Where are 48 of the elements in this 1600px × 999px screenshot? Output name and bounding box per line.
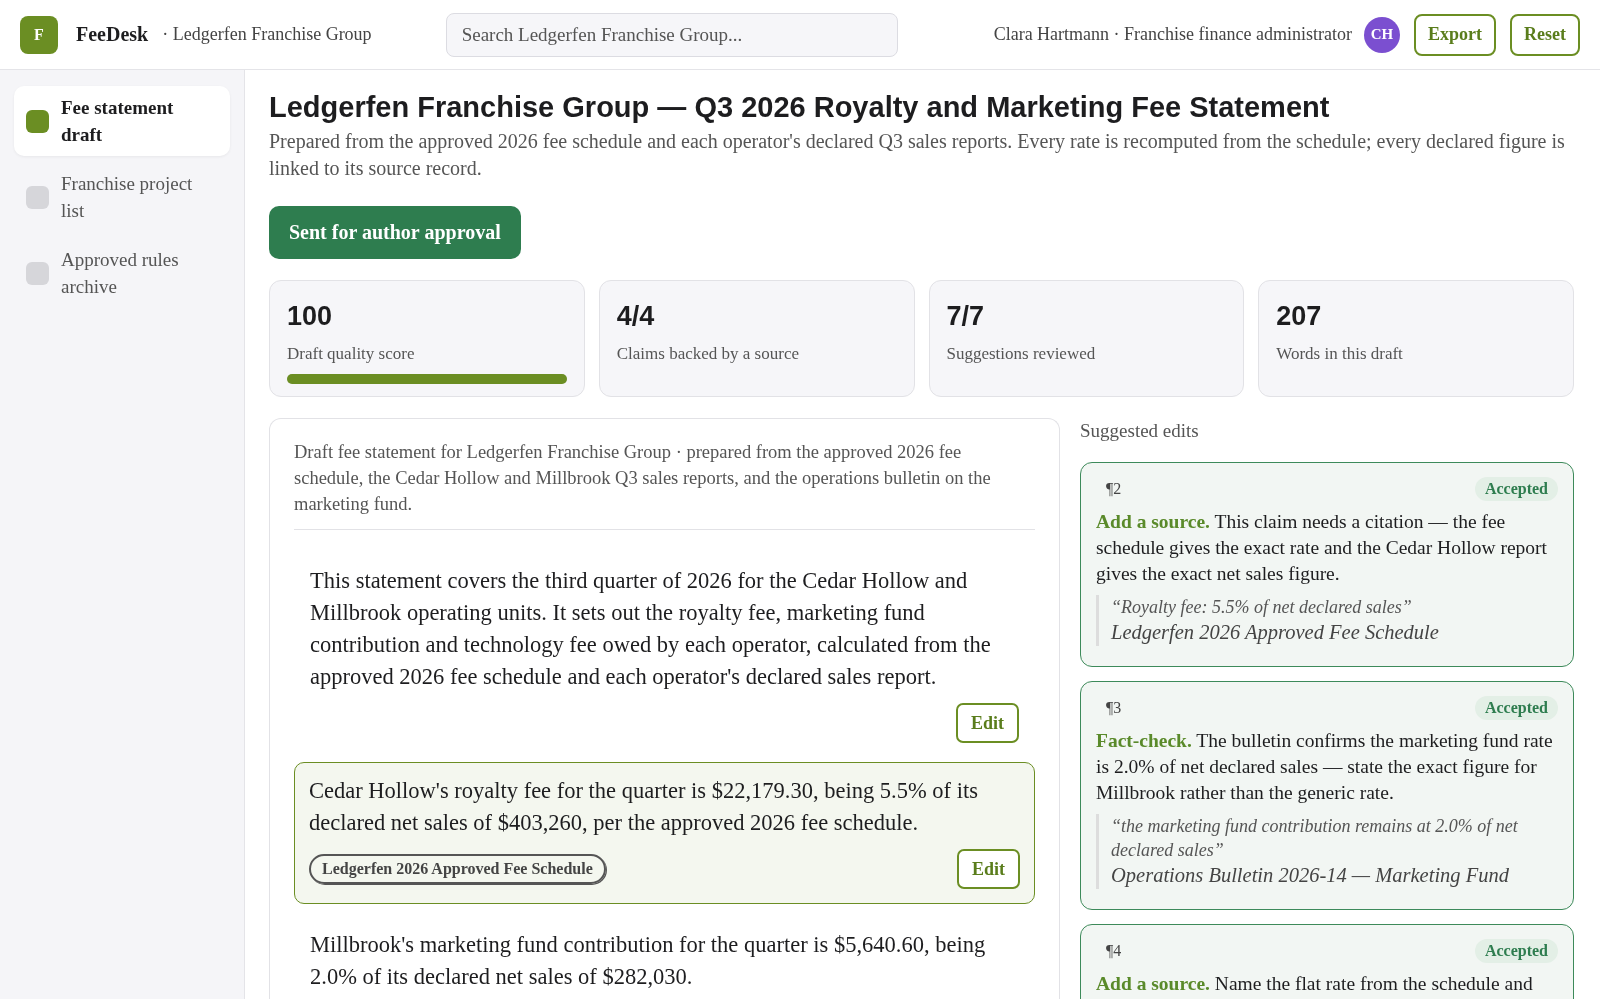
paragraph[interactable]: Millbrook's marketing fund contribution for the quarter is $5,640.60, being 2.0% of its declared net sales of $282,030. [294, 918, 1035, 998]
source-chip[interactable]: Ledgerfen 2026 Approved Fee Schedule [309, 854, 606, 884]
stat-value: 207 [1276, 301, 1323, 332]
document-intro: Draft fee statement for Ledgerfen Franchise Group · prepared from the approved 2026 fee schedule, the Cedar Hollow and Millbrook Q3 sales reports, and the operations bulletin on the marketing fund. [294, 439, 1035, 530]
sidebar-label: Approved rules archive [61, 248, 180, 299]
paragraph-number: ¶4 [1105, 942, 1122, 960]
sidebar-item[interactable]: Franchise project list [14, 162, 230, 232]
stat-label: Draft quality score [287, 344, 416, 364]
highlighted-paragraph[interactable]: Cedar Hollow's royalty fee for the quarter is $22,179.30, being 5.5% of its declared net sales of $403,260, per the approved 2026 fee schedule. Ledgerfen 2026 Approved Fee Schedule Edit [294, 762, 1035, 904]
page-subtitle: Prepared from the approved 2026 fee schedule and each operator's declared Q3 sales reports. Every rate is recomputed from the schedule; every declared figure is linked to its source record. [269, 129, 1566, 181]
status-button[interactable]: Sent for author approval [269, 206, 521, 259]
reset-button[interactable]: Reset [1510, 13, 1580, 56]
status-badge: Accepted [1474, 696, 1558, 720]
quote-text: “Royalty fee: 5.5% of net declared sales” [1111, 596, 1413, 619]
stat-value: 7/7 [946, 301, 986, 332]
paragraph-text: Cedar Hollow's royalty fee for the quarter is $22,179.30, being 5.5% of its declared net sales of $403,260, per the approved 2026 fee schedule. [309, 777, 979, 837]
sidebar-label: Franchise project list [61, 172, 194, 223]
suggestion-text: Fact-check. The bulletin confirms the marketing fund rate is 2.0% of net declared sales — state the exact figure for Millbrook rather than the generic rate. [1096, 729, 1554, 805]
paragraph-text: This statement covers the third quarter of 2026 for the Cedar Hollow and Millbrook operating units. It sets out the royalty fee, marketing fund contribution and technology fee owed by each operator, calculated from the approved 2026 fee schedule and each operator's declared sales report. [310, 567, 992, 691]
stat-label: Claims backed by a source [616, 344, 800, 364]
stat-label: Suggestions reviewed [946, 344, 1097, 364]
suggestion-text: Add a source. Name the flat rate from the schedule and [1096, 972, 1534, 996]
app-name: FeeDesk [76, 23, 149, 46]
section-title: Suggested edits [1080, 420, 1200, 442]
status-badge: Accepted [1474, 477, 1558, 501]
sidebar-item[interactable]: Fee statement draft [14, 86, 230, 156]
source-name: Ledgerfen 2026 Approved Fee Schedule [1111, 620, 1440, 646]
status-badge: Accepted [1474, 939, 1558, 963]
paragraph-text: Millbrook's marketing fund contribution for the quarter is $5,640.60, being 2.0% of its declared net sales of $282,030. [310, 931, 987, 991]
sidebar-item[interactable]: Approved rules archive [14, 238, 230, 308]
suggestion-text: Add a source. This claim needs a citation — the fee schedule gives the exact rate and the Cedar Hollow report gives the exact net sales figure. [1096, 510, 1549, 586]
stat-label: Words in this draft [1276, 344, 1404, 364]
edit-button[interactable]: Edit [956, 703, 1019, 743]
user-name: Clara Hartmann · Franchise finance administrator [993, 24, 1352, 45]
edit-button[interactable]: Edit [957, 849, 1020, 889]
workspace-name: · Ledgerfen Franchise Group [162, 24, 372, 45]
stat-value: 4/4 [616, 301, 656, 332]
export-button[interactable]: Export [1414, 13, 1496, 56]
user-avatar[interactable]: CH [1364, 16, 1400, 53]
paragraph-number: ¶3 [1105, 699, 1122, 717]
search-field[interactable]: Search Ledgerfen Franchise Group... [445, 12, 898, 57]
paragraph-number: ¶2 [1105, 480, 1122, 498]
app-logo: F [20, 15, 58, 54]
quote-text: “the marketing fund contribution remains at 2.0% of net declared sales” [1111, 815, 1519, 862]
page-title: Ledgerfen Franchise Group — Q3 2026 Royalty and Marketing Fee Statement [269, 90, 1331, 125]
source-name: Operations Bulletin 2026-14 — Marketing Fund [1111, 863, 1510, 889]
sidebar-label: Fee statement draft [61, 96, 175, 147]
stat-value: 100 [287, 301, 334, 332]
